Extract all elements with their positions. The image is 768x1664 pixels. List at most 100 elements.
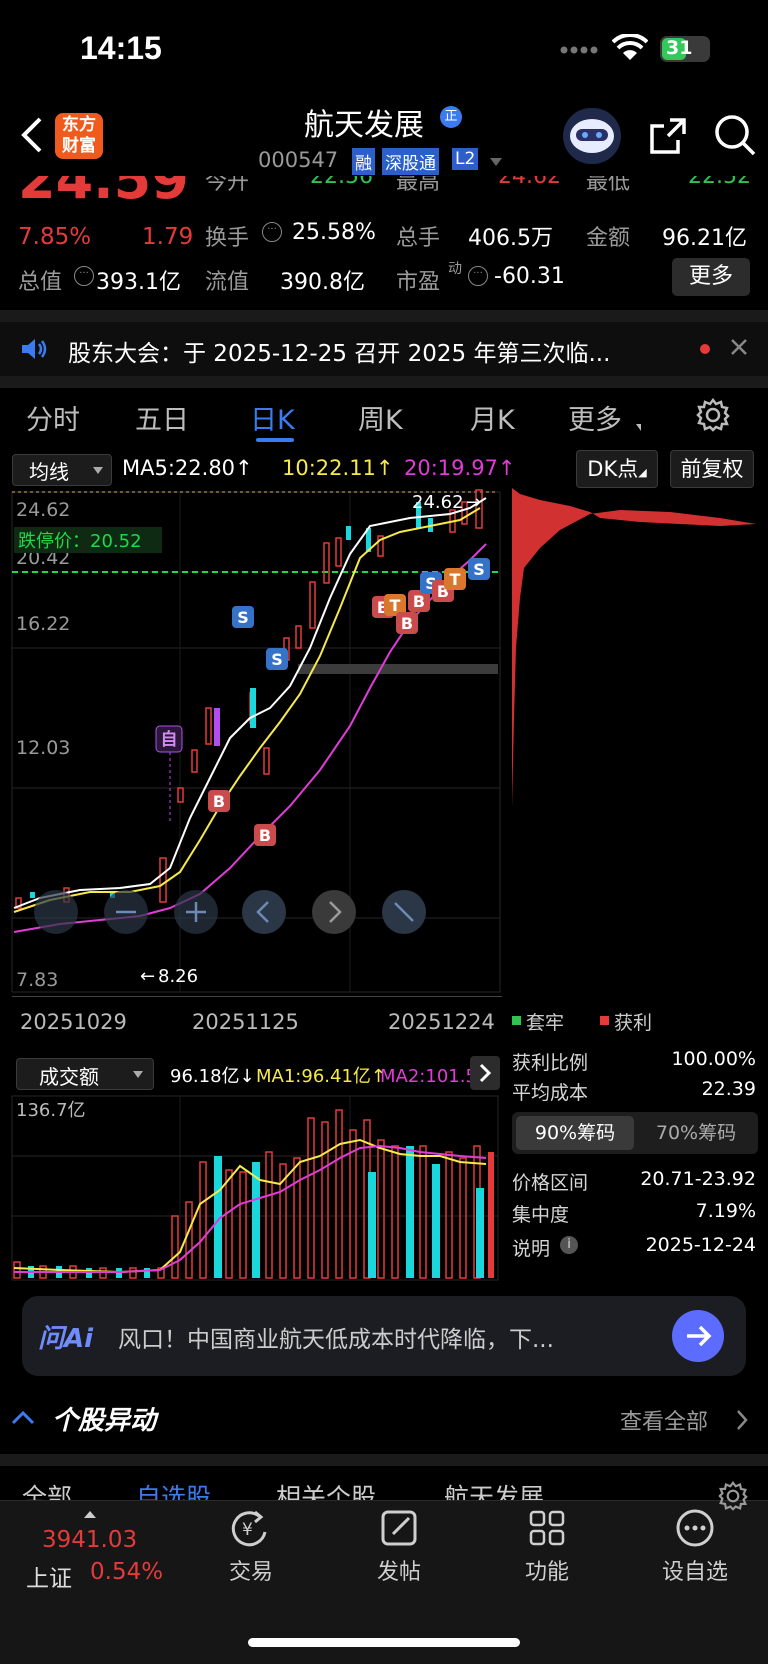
low-arrow: ← <box>140 966 155 987</box>
nav-add-watchlist[interactable]: 设自选 <box>640 1508 750 1586</box>
sell-marker[interactable]: S <box>232 606 254 628</box>
chip-tabs: 90%筹码 70%筹码 <box>512 1112 758 1154</box>
profit-ratio-value: 100.00% <box>671 1048 756 1070</box>
volume-ma2: MA2:101.5亿 <box>380 1066 470 1087</box>
tab-weekly[interactable]: 周K <box>358 398 403 437</box>
logo-text-2: 财富 <box>62 136 96 156</box>
amount-value: 96.21亿 <box>662 226 747 251</box>
robot-avatar-icon[interactable] <box>563 108 621 164</box>
nav-functions[interactable]: 功能 <box>492 1508 602 1586</box>
zoom-out-icon[interactable] <box>34 890 78 934</box>
trade-marker[interactable]: T <box>444 568 466 590</box>
current-price: 24.59 <box>18 176 189 211</box>
search-icon[interactable] <box>712 112 758 162</box>
chevron-right-icon[interactable] <box>312 890 356 934</box>
index-pct[interactable]: 0.54% <box>90 1559 163 1585</box>
change-amt: 1.79 <box>142 224 194 250</box>
date-label-2: 20251125 <box>192 1010 299 1034</box>
tab-intraday[interactable]: 分时 <box>26 398 80 437</box>
nav-trade[interactable]: ¥ 交易 <box>196 1508 306 1586</box>
tab-daily[interactable]: 日K <box>250 398 295 437</box>
sell-marker[interactable]: S <box>266 648 288 670</box>
high-value: 24.62 <box>498 176 561 189</box>
self-marker[interactable]: 自 <box>155 725 183 753</box>
chevron-right-icon[interactable] <box>470 1056 500 1090</box>
notice-bar[interactable]: 股东大会：于 2025-12-25 召开 2025 年第三次临... <box>0 322 768 376</box>
edit-icon <box>381 1510 417 1546</box>
app-logo[interactable]: 东方 财富 <box>55 113 103 159</box>
pe-superscript: 动 <box>448 261 462 277</box>
volume-ma1-line <box>13 1138 487 1274</box>
sell-marker[interactable]: S <box>468 558 490 580</box>
tab-five-day[interactable]: 五日 <box>135 398 189 437</box>
share-icon[interactable] <box>648 114 690 160</box>
tab-more[interactable]: 更多 <box>568 398 622 437</box>
notice-text: 股东大会：于 2025-12-25 召开 2025 年第三次临... <box>68 341 611 367</box>
back-icon[interactable] <box>18 115 44 159</box>
svg-text:T: T <box>450 570 461 589</box>
volume-selector[interactable]: 成交额 <box>16 1058 154 1090</box>
svg-text:S: S <box>237 608 249 627</box>
date-axis <box>12 996 502 1007</box>
tab-monthly[interactable]: 月K <box>470 398 515 437</box>
nav-post[interactable]: 发帖 <box>344 1508 454 1586</box>
info-dots-icon[interactable]: ··· <box>74 266 94 286</box>
nav-post-label: 发帖 <box>376 1560 421 1585</box>
tab-chip-70[interactable]: 70%筹码 <box>638 1116 754 1150</box>
info-dots-icon[interactable]: ··· <box>262 222 282 242</box>
note-label: 说明 <box>512 1238 551 1260</box>
more-button[interactable]: 更多 <box>672 258 750 296</box>
open-value: 22.56 <box>310 176 373 189</box>
volume-ma1-text: MA1:96.41亿 <box>256 1066 371 1087</box>
ma-selector[interactable]: 均线 <box>12 454 112 486</box>
buy-marker[interactable]: B <box>208 790 230 812</box>
index-value[interactable]: 3941.03 <box>42 1527 137 1553</box>
ai-logo: 问Ai <box>38 1324 94 1354</box>
volume-value: 406.5万 <box>468 226 553 251</box>
tab-chip-90[interactable]: 90%筹码 <box>516 1116 634 1150</box>
info-icon[interactable]: i <box>560 1236 578 1254</box>
chevron-up-icon[interactable] <box>10 1408 36 1430</box>
mktcap-label: 总值 <box>18 270 63 295</box>
high-arrow: → <box>466 492 481 513</box>
connect-tag: 深股通 <box>382 148 439 175</box>
legend-profit: 获利 <box>614 1012 653 1034</box>
more-dots-icon <box>676 1509 714 1547</box>
chevron-down-icon <box>133 1071 143 1078</box>
arrow-right-icon[interactable] <box>672 1310 724 1362</box>
close-icon[interactable] <box>730 338 748 360</box>
view-all-link[interactable]: 查看全部 <box>620 1404 708 1436</box>
ma5-text: MA5:22.80 <box>122 456 236 480</box>
chevron-right-icon[interactable] <box>734 1408 750 1436</box>
chevron-down-icon[interactable] <box>490 158 502 166</box>
svg-text:B: B <box>213 792 225 811</box>
chevron-left-icon[interactable] <box>242 890 286 934</box>
high-label: 最高 <box>396 176 441 195</box>
up-triangle-icon <box>84 1511 96 1518</box>
change-pct: 7.85% <box>18 224 92 250</box>
chevron-down-icon <box>93 467 103 474</box>
buy-marker[interactable]: B <box>254 824 276 846</box>
kline-chart[interactable]: 24.62 20.42 16.22 12.03 7.83 跌停价：20.52 2… <box>0 488 768 1000</box>
info-dots-icon[interactable]: ··· <box>468 266 488 286</box>
logo-text-1: 东方 <box>62 115 96 135</box>
buy-marker[interactable]: B <box>396 612 418 634</box>
dk-button[interactable]: DK点◢ <box>576 450 658 488</box>
index-name[interactable]: 上证 <box>26 1559 72 1593</box>
trade-icon: ¥ <box>231 1510 267 1547</box>
ai-bar[interactable]: 问Ai 风口！中国商业航天低成本时代降临，下... <box>22 1296 746 1376</box>
ai-text: 风口！中国商业航天低成本时代降临，下... <box>118 1327 554 1353</box>
volume-value-text: 96.18亿 <box>170 1066 240 1087</box>
ma10-line <box>13 507 481 913</box>
volume-selector-label: 成交额 <box>39 1065 99 1089</box>
svg-text:T: T <box>390 596 401 615</box>
avg-cost-label: 平均成本 <box>512 1082 589 1104</box>
speaker-icon <box>20 338 48 364</box>
legend-trap-swatch <box>512 1016 521 1025</box>
low-value: 22.52 <box>688 176 751 189</box>
self-marker-label: 自 <box>161 729 178 750</box>
gear-icon[interactable] <box>696 397 730 436</box>
quote-panel: 24.59 今开 22.56 最高 24.62 最低 22.52 7.85% 1… <box>0 176 768 310</box>
stock-code: 000547 <box>258 148 339 172</box>
adjust-button[interactable]: 前复权 <box>670 450 754 488</box>
